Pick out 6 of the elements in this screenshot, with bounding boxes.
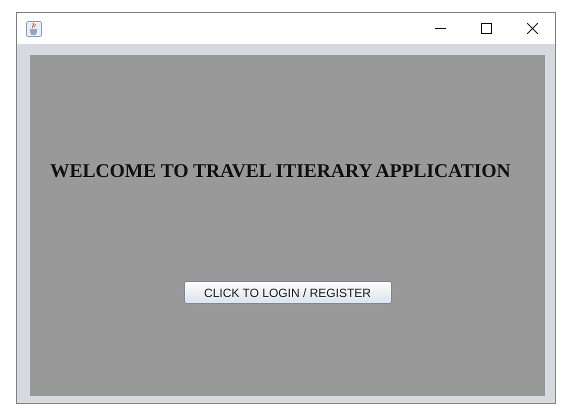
welcome-heading: WELCOME TO TRAVEL ITIERARY APPLICATION — [49, 161, 511, 183]
minimize-icon — [434, 28, 446, 29]
login-register-button[interactable]: CLICK TO LOGIN / REGISTER — [184, 281, 392, 304]
close-icon — [526, 23, 538, 34]
maximize-icon — [480, 23, 492, 34]
coffee-cup-icon — [26, 20, 42, 36]
